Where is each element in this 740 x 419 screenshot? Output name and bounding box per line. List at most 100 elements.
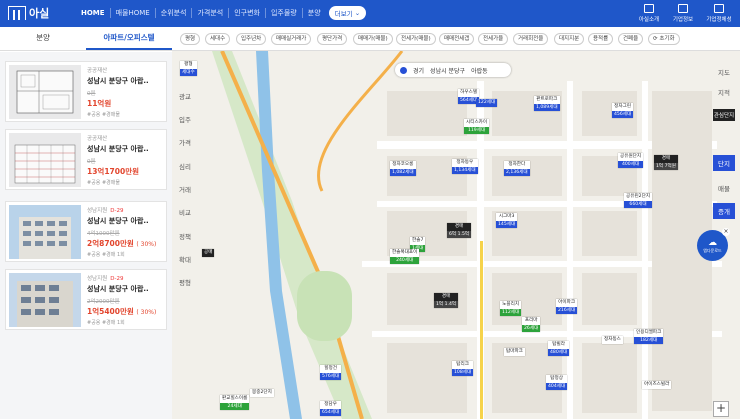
listing-card[interactable]: 공공재산 성남시 분당구 아랍.. 0원 13억1700만원 #공용 #경매물 <box>5 129 167 190</box>
more-button[interactable]: 더보기 ⌄ <box>329 6 366 20</box>
breadcrumb-dong[interactable]: 아랍동 <box>471 66 488 75</box>
close-icon[interactable]: × <box>722 228 730 236</box>
breadcrumb-district[interactable]: 성남시 분당구 <box>430 66 465 75</box>
rail-price[interactable]: 가격 <box>179 137 191 147</box>
marker-name: 경매 <box>654 155 678 163</box>
filter-size[interactable]: 평형 <box>180 33 201 45</box>
listing-card[interactable]: 성남지원 D-29 성남시 분당구 아랍.. 2억2000만원 1억5400만원 … <box>5 269 167 330</box>
about-button[interactable]: 아실소개 <box>632 4 666 23</box>
rail-map[interactable]: 지도 <box>713 67 735 77</box>
marker-units: 122세대 <box>476 99 498 107</box>
nav-presale[interactable]: 분양 <box>303 8 326 18</box>
rail-zoom[interactable]: 확대 <box>179 254 191 264</box>
filter-turnover[interactable]: 거래회전율 <box>513 33 549 45</box>
map-marker-complex[interactable]: 판트로파크 1,089세대 <box>534 96 560 111</box>
app-download-button[interactable]: ☁ 앱다운로드 × <box>697 228 730 261</box>
reset-button[interactable]: ⟳ 초기화 <box>648 33 680 45</box>
map-marker-complex[interactable]: 판교힐스이룸 24세대 <box>220 395 250 410</box>
filter-jeonse-price[interactable]: 전세가(매물) <box>396 33 436 45</box>
map-marker-complex[interactable]: 아이파크 216세대 <box>556 299 578 314</box>
marker-name: 노블리치 <box>500 301 522 309</box>
rail-listing[interactable]: 매물 <box>713 183 735 193</box>
map-marker-complex[interactable]: 탑리크 108세대 <box>452 361 474 376</box>
listing-tags: #공용 #경매물 <box>87 112 120 118</box>
map-marker-complex[interactable]: 시티스카이 119세대 <box>464 119 490 134</box>
rail-cadastral[interactable]: 지적 <box>713 87 735 97</box>
listing-title: 성남시 분당구 아랍.. <box>87 145 149 153</box>
map-marker-complex[interactable]: 정자동우 1,134세대 <box>452 159 478 174</box>
map-marker-complex[interactable]: 공유원단지 400세대 <box>618 153 644 168</box>
map-marker-complex[interactable]: 아이즈스빌라 <box>642 381 672 389</box>
rail-favorite[interactable]: 관심단지 <box>713 109 735 121</box>
map-marker-complex[interactable]: 봉중2단지 <box>250 389 274 397</box>
listing-card[interactable]: 성남지원 D-29 성남시 분당구 아랍.. 4억1000만원 2억8700만원 … <box>5 201 167 262</box>
rail-trade[interactable]: 거래 <box>179 184 191 194</box>
map-marker-complex[interactable]: 공유린2단지 660세대 <box>624 193 653 208</box>
filter-bcr[interactable]: 건폐율 <box>618 33 644 45</box>
filter-listing-price[interactable]: 매매가(매물) <box>353 33 393 45</box>
nav-rank[interactable]: 순위분석 <box>156 8 193 18</box>
map-marker-complex[interactable]: 122세대 <box>476 99 498 107</box>
tab-apartment-officetel[interactable]: 아파트/오피스텔 <box>86 27 172 50</box>
location-breadcrumb[interactable]: 경기 성남시 분당구 아랍동 <box>395 63 511 77</box>
listing-court: 성남지원 <box>87 208 108 214</box>
rail-compare[interactable]: 비교 <box>179 207 191 217</box>
map-marker-complex[interactable]: 정자그린 456세대 <box>612 103 634 118</box>
map-marker-complex[interactable]: 정자동스 <box>602 336 623 344</box>
map-marker-complex[interactable]: 탑빌라 480세대 <box>548 341 570 356</box>
map-marker-auction[interactable]: 경매 6억 1.5억 <box>447 223 472 238</box>
marker-units: 240세대 <box>390 256 420 264</box>
filter-gap[interactable]: 매매전세갭 <box>439 33 475 45</box>
filter-age[interactable]: 입주년차 <box>236 33 267 45</box>
map-marker-complex[interactable]: 탑정상 404세대 <box>546 375 568 390</box>
rail-move-in[interactable]: 입주 <box>179 114 191 124</box>
listing-category: 공공재산 <box>87 68 108 74</box>
listing-title: 성남시 분당구 아랍.. <box>87 285 149 293</box>
filter-far[interactable]: 용적률 <box>588 33 614 45</box>
company-button[interactable]: 기업정보 <box>666 4 700 23</box>
listing-tags: #공용 #경매 1회 <box>87 320 125 326</box>
listing-category: 성남지원 D-29 <box>87 206 167 214</box>
tab-presale[interactable]: 분양 <box>0 27 86 50</box>
filter-land-share[interactable]: 대지지분 <box>554 33 585 45</box>
rail-sentiment[interactable]: 심리 <box>179 161 191 171</box>
nav-home[interactable]: HOME <box>76 8 111 18</box>
marker-units: 1,089세대 <box>534 103 560 111</box>
map-marker-complex[interactable]: 노블리치 112세대 <box>500 301 522 316</box>
map-marker-complex[interactable]: 시그마3 145세대 <box>496 213 518 228</box>
map-marker-complex[interactable]: 힐정건 576세대 <box>320 365 342 380</box>
listing-card[interactable]: 공공재산 성남시 분당구 아랍.. 0원 11억원 #공용 #경매물 <box>5 61 167 122</box>
rail-size[interactable]: 평형 <box>179 277 191 287</box>
rail-policy[interactable]: 정책 <box>179 231 191 241</box>
map-marker-auction[interactable]: 경매 1억 1.4억 <box>434 293 459 308</box>
map-marker-complex[interactable]: 탑마파크 <box>504 348 525 356</box>
rail-complex[interactable]: 단지 <box>713 155 735 171</box>
asil-logo[interactable]: 아실 <box>8 5 49 21</box>
logo-icon <box>8 6 26 20</box>
map-marker-complex[interactable]: 인용디엘파크 182세대 <box>634 329 664 344</box>
marker-name: 판트로파크 <box>534 96 560 104</box>
map-marker-complex[interactable]: 한솔복대포이 240세대 <box>390 249 420 264</box>
rail-broker[interactable]: 증개 <box>713 203 735 219</box>
more-label: 더보기 <box>334 10 353 18</box>
rail-gwanggyo[interactable]: 광교 <box>179 91 191 101</box>
filter-jeonse-ratio[interactable]: 전세가율 <box>478 33 509 45</box>
filter-unit-price[interactable]: 평단가격 <box>317 33 348 45</box>
nav-supply[interactable]: 입주물량 <box>266 8 303 18</box>
nav-listing-home[interactable]: 매물HOME <box>111 8 156 18</box>
filter-units[interactable]: 세대수 <box>205 33 231 45</box>
marker-units: 400세대 <box>618 160 644 168</box>
filter-trade-price[interactable]: 매매실거래가 <box>271 33 312 45</box>
zoom-in-button[interactable]: + <box>713 401 729 417</box>
breadcrumb-province[interactable]: 경기 <box>413 66 424 75</box>
nav-price[interactable]: 가격분석 <box>192 8 230 18</box>
map-marker-auction[interactable]: 경매 1억 7억원 <box>654 155 678 170</box>
map-marker-complex[interactable]: 프리마 26세대 <box>522 317 541 332</box>
identity-button[interactable]: 기업정체성 <box>702 4 736 23</box>
map-canvas[interactable]: 하우스텔 564세대 122세대 시티스카이 119세대 판트로파크 1,089세대 … <box>172 51 740 419</box>
map-marker-complex[interactable]: 정자코오롱 1,082세대 <box>390 161 416 176</box>
map-marker-complex[interactable]: 정담우 654세대 <box>320 401 342 416</box>
nav-population[interactable]: 인구변화 <box>229 8 266 18</box>
marker-units: 576세대 <box>320 372 342 380</box>
map-marker-complex[interactable]: 정자한다 2,136세대 <box>504 161 530 176</box>
